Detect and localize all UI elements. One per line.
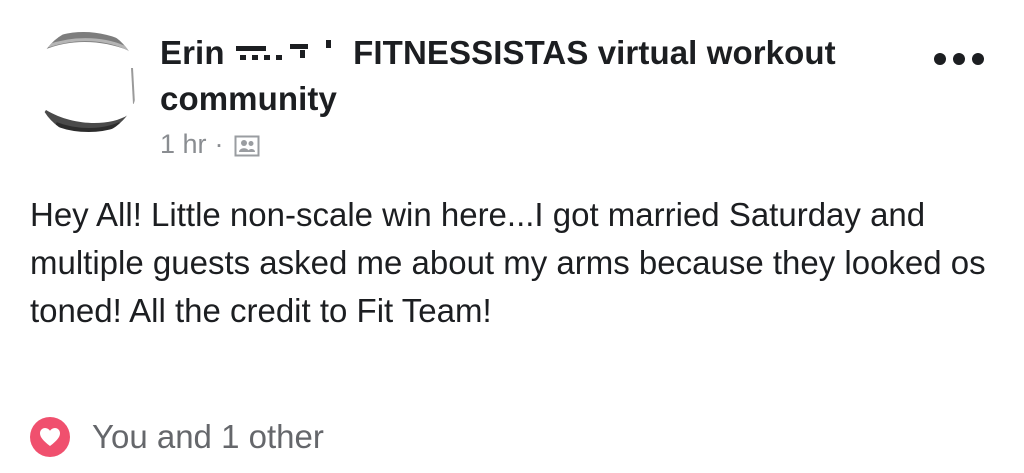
love-reaction-icon (30, 417, 70, 457)
more-options-icon (934, 53, 984, 65)
more-options-button[interactable] (932, 44, 986, 74)
avatar-image (36, 28, 138, 136)
author-avatar[interactable] (36, 28, 138, 136)
group-members-icon[interactable] (234, 133, 260, 157)
post-meta: 1 hr · (160, 128, 260, 160)
author-name[interactable]: Erin (160, 34, 225, 71)
redacted-name-mark (234, 38, 344, 68)
reactions-summary[interactable]: You and 1 other (30, 414, 324, 460)
feed-post: Erin FITNESSISTAS virtual workout commun… (0, 0, 1024, 473)
meta-separator: · (214, 128, 224, 159)
reactions-summary-text: You and 1 other (92, 418, 324, 455)
post-body-text: Hey All! Little non-scale win here...I g… (30, 196, 986, 329)
post-header-title: Erin FITNESSISTAS virtual workout commun… (160, 30, 860, 122)
post-time[interactable]: 1 hr (160, 129, 207, 160)
